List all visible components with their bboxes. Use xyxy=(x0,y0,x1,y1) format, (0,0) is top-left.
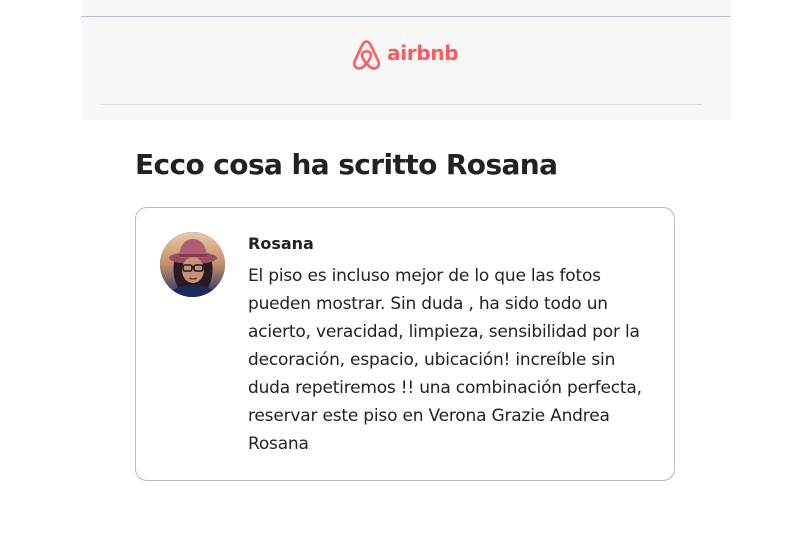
email-page: airbnb Ecco cosa ha scritto Rosana Rosan… xyxy=(0,0,812,543)
reviewer-name: Rosana xyxy=(248,234,314,253)
reviewer-avatar[interactable] xyxy=(160,232,225,297)
user-avatar-photo xyxy=(160,232,225,297)
page-title: Ecco cosa ha scritto Rosana xyxy=(135,148,558,181)
airbnb-logo[interactable]: airbnb xyxy=(351,38,459,72)
airbnb-wordmark: airbnb xyxy=(387,41,459,65)
review-card: Rosana El piso es incluso mejor de lo qu… xyxy=(135,207,675,481)
email-header: airbnb xyxy=(81,0,731,120)
airbnb-belo-icon xyxy=(352,40,381,70)
header-top-border xyxy=(81,16,731,17)
header-divider xyxy=(100,104,702,105)
review-text: El piso es incluso mejor de lo que las f… xyxy=(248,266,642,454)
